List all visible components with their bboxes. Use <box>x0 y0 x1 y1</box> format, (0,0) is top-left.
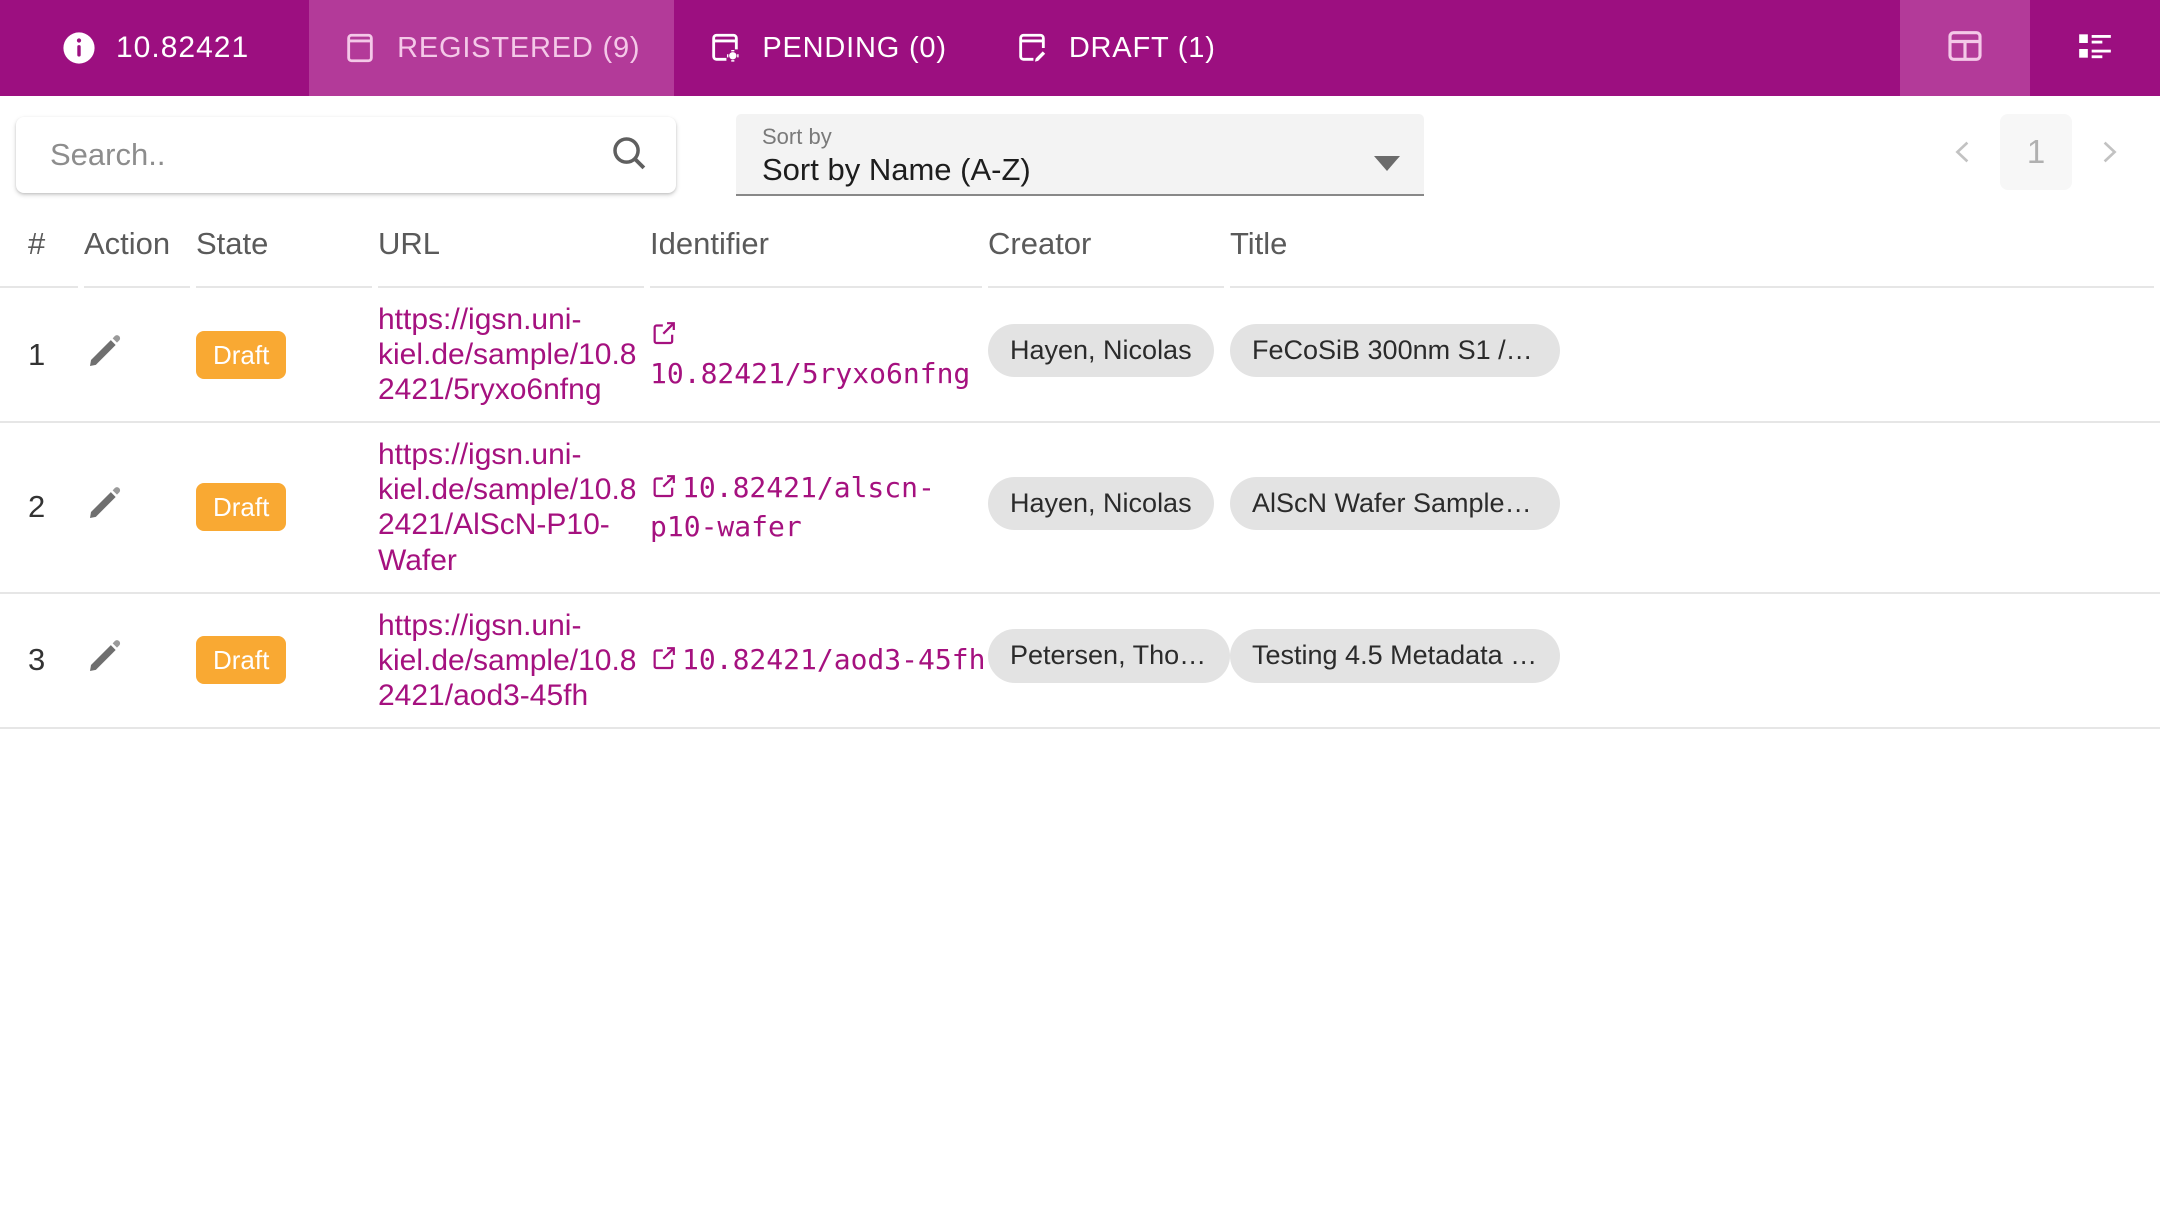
chevron-left-icon[interactable] <box>1930 114 1996 190</box>
column-header-title: Title <box>1230 206 2160 288</box>
list-view-icon <box>2075 26 2115 71</box>
identifier-link[interactable]: 10.82421/alscn-p10-wafer <box>650 471 935 543</box>
search-box[interactable] <box>16 117 676 193</box>
toolbar: Sort by Sort by Name (A-Z) 1 <box>0 96 2160 206</box>
title-chip: Testing 4.5 Metadata Kernel <box>1230 629 1560 684</box>
brand-label: 10.82421 <box>116 31 250 64</box>
page-number-1[interactable]: 1 <box>2000 114 2072 190</box>
table-header-row: # Action State URL Identifier Creator Ti… <box>0 206 2160 288</box>
column-header-identifier: Identifier <box>650 206 988 288</box>
pencil-icon[interactable] <box>84 636 124 684</box>
window-icon <box>343 31 377 65</box>
sort-by-label: Sort by <box>762 124 832 149</box>
row-number: 1 <box>28 336 46 372</box>
tab-pending-label: PENDING (0) <box>762 31 947 64</box>
table-head: # Action State URL Identifier Creator Ti… <box>0 206 2160 288</box>
header-spacer <box>1250 0 1900 96</box>
external-link-icon <box>650 319 678 355</box>
table-row: 1 Draft https://igsn.uni-kiel.de/sample/… <box>0 287 2160 424</box>
table-view-icon-button[interactable] <box>1900 0 2030 96</box>
external-link-icon <box>650 472 678 508</box>
table-view-icon <box>1945 26 1985 71</box>
info-icon <box>62 31 96 65</box>
window-gear-icon <box>708 31 742 65</box>
pencil-icon[interactable] <box>84 483 124 531</box>
identifier-link[interactable]: 10.82421/5ryxo6nfng <box>650 357 970 390</box>
column-header-state: State <box>196 206 378 288</box>
pencil-icon[interactable] <box>84 331 124 379</box>
search-icon[interactable] <box>608 132 650 179</box>
chevron-right-icon[interactable] <box>2076 114 2142 190</box>
chevron-down-icon[interactable] <box>1374 156 1400 171</box>
sort-by-select[interactable]: Sort by Sort by Name (A-Z) <box>736 114 1424 196</box>
pagination: 1 <box>1930 114 2142 190</box>
sample-url-link[interactable]: https://igsn.uni-kiel.de/sample/10.82421… <box>378 437 650 577</box>
column-header-number: # <box>0 206 84 288</box>
registered-table: # Action State URL Identifier Creator Ti… <box>0 206 2160 729</box>
row-number: 3 <box>28 642 46 678</box>
table-body: 1 Draft https://igsn.uni-kiel.de/sample/… <box>0 287 2160 729</box>
creator-chip: Hayen, Nicolas <box>988 323 1214 378</box>
registered-table-wrapper: # Action State URL Identifier Creator Ti… <box>0 206 2160 729</box>
sort-by-value: Sort by Name (A-Z) <box>762 152 1031 188</box>
sample-url-link[interactable]: https://igsn.uni-kiel.de/sample/10.82421… <box>378 608 650 713</box>
list-view-icon-button[interactable] <box>2030 0 2160 96</box>
column-header-url: URL <box>378 206 650 288</box>
app-header: 10.82421 REGISTERED (9) PENDING (0) DRAF… <box>0 0 2160 96</box>
status-badge[interactable]: Draft <box>196 483 287 532</box>
row-number: 2 <box>28 489 46 525</box>
title-chip: FeCoSiB 300nm S1 / P07-2022 <box>1230 323 1560 378</box>
title-chip: AlScN Wafer Sample P10 09-2… <box>1230 476 1560 531</box>
identifier-link[interactable]: 10.82421/aod3-45fh <box>682 643 985 676</box>
table-row: 3 Draft https://igsn.uni-kiel.de/sample/… <box>0 592 2160 729</box>
creator-chip: Petersen, Thorge <box>988 629 1230 684</box>
tab-registered-label: REGISTERED (9) <box>397 31 641 64</box>
window-pencil-icon <box>1015 31 1049 65</box>
table-row: 2 Draft https://igsn.uni-kiel.de/sample/… <box>0 422 2160 594</box>
column-header-action: Action <box>84 206 196 288</box>
external-link-icon <box>650 644 678 680</box>
search-input[interactable] <box>48 136 608 174</box>
status-badge[interactable]: Draft <box>196 636 287 685</box>
creator-chip: Hayen, Nicolas <box>988 476 1214 531</box>
sample-url-link[interactable]: https://igsn.uni-kiel.de/sample/10.82421… <box>378 302 650 407</box>
brand-prefix-tab[interactable]: 10.82421 <box>0 0 309 96</box>
tab-pending[interactable]: PENDING (0) <box>674 0 980 96</box>
tab-draft[interactable]: DRAFT (1) <box>981 0 1250 96</box>
column-header-creator: Creator <box>988 206 1230 288</box>
tab-draft-label: DRAFT (1) <box>1068 31 1216 64</box>
tab-registered[interactable]: REGISTERED (9) <box>309 0 675 96</box>
status-badge[interactable]: Draft <box>196 330 287 379</box>
